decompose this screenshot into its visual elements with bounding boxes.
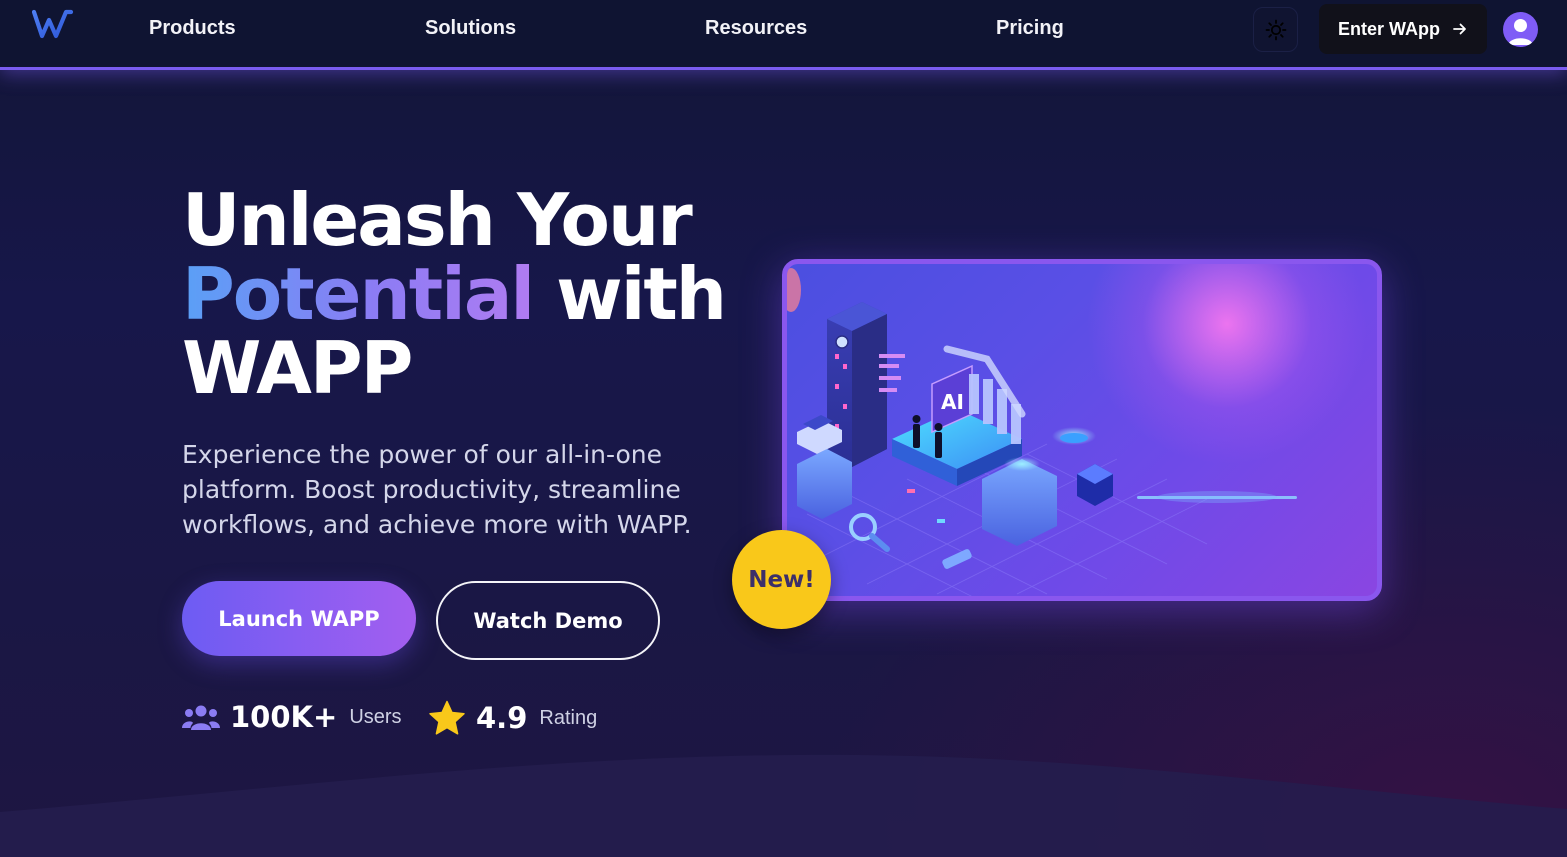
top-navbar: Products Solutions Resources Pricing Ent… xyxy=(0,0,1567,70)
hero-title-highlight: Potential xyxy=(182,252,535,336)
stat-rating-label: Rating xyxy=(539,706,598,729)
hero-title-line3: WAPP xyxy=(182,326,413,410)
logo-icon[interactable] xyxy=(32,8,74,42)
nav-link-products[interactable]: Products xyxy=(149,17,236,40)
hero-title-line2: with xyxy=(533,252,727,336)
watch-demo-button[interactable]: Watch Demo xyxy=(436,581,660,660)
isometric-city-illustration: AI xyxy=(787,268,1297,596)
enter-wapp-button[interactable]: Enter WApp xyxy=(1319,4,1487,54)
stat-users-value: 100K+ xyxy=(230,700,338,734)
theme-toggle-button[interactable] xyxy=(1253,7,1298,52)
enter-wapp-label: Enter WApp xyxy=(1338,18,1440,39)
nav-link-solutions[interactable]: Solutions xyxy=(425,17,516,40)
hero-title-line1: Unleash Your xyxy=(182,178,693,262)
stat-users-label: Users xyxy=(349,705,402,728)
user-avatar[interactable] xyxy=(1503,12,1538,47)
stat-users: 100K+ Users xyxy=(182,700,402,734)
launch-wapp-button[interactable]: Launch WAPP xyxy=(182,581,416,656)
stat-rating-value: 4.9 xyxy=(476,701,528,735)
users-icon xyxy=(182,705,220,730)
illustration-ai-label: AI xyxy=(941,390,964,414)
background-wave xyxy=(0,754,1567,857)
star-icon xyxy=(429,700,465,735)
sun-icon xyxy=(1265,19,1286,40)
hero-illustration: AI xyxy=(782,259,1382,601)
new-badge: New! xyxy=(732,530,831,629)
hero-subtitle: Experience the power of our all-in-one p… xyxy=(182,440,692,539)
nav-link-resources[interactable]: Resources xyxy=(705,17,807,40)
user-icon xyxy=(1508,19,1533,45)
nav-link-pricing[interactable]: Pricing xyxy=(996,17,1064,40)
arrow-right-icon xyxy=(1453,23,1466,35)
stat-rating: 4.9 Rating xyxy=(428,700,597,736)
hero-title: Unleash Your Potential with WAPP xyxy=(182,183,727,405)
